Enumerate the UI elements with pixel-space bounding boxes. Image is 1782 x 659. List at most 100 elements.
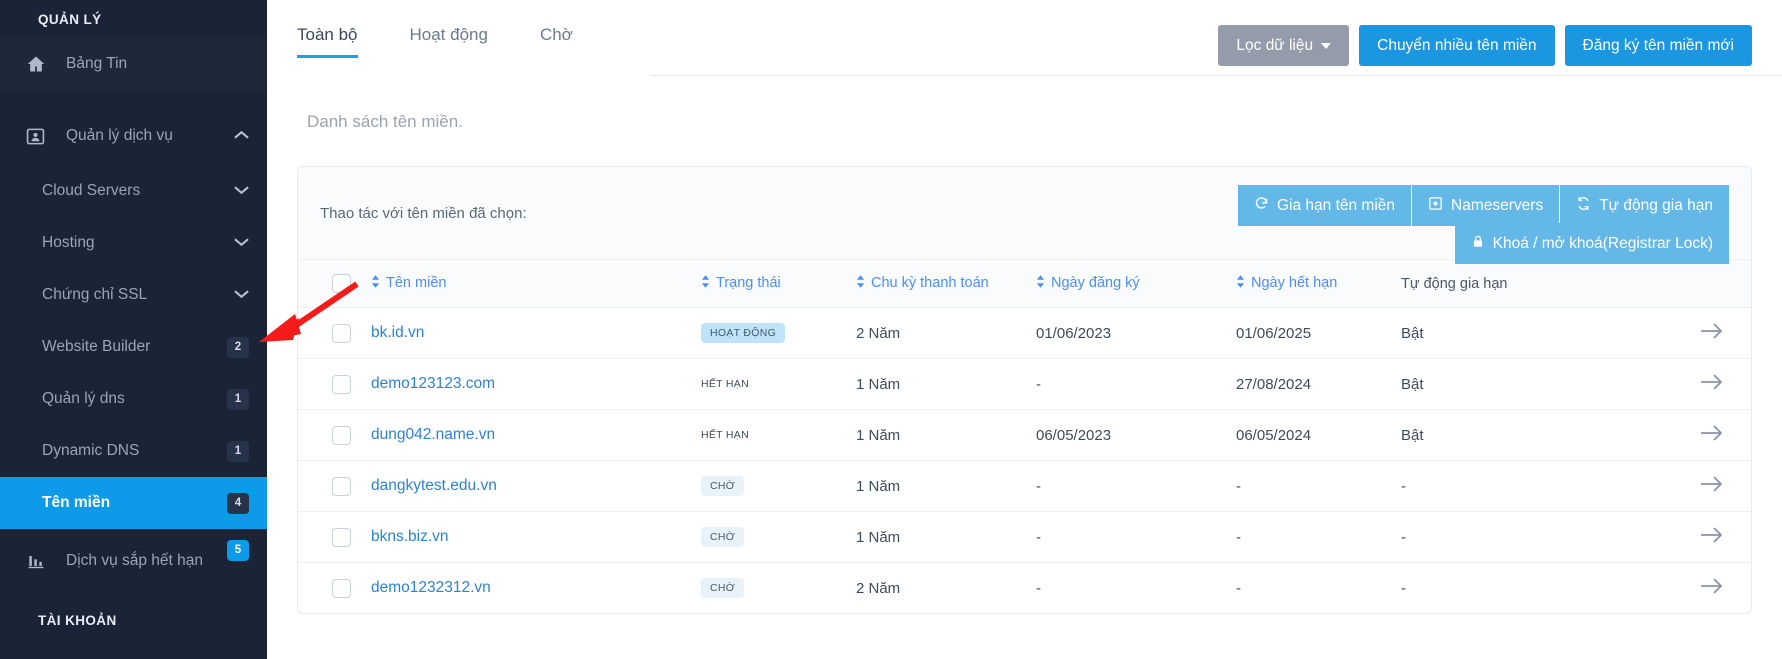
top-bar: Toàn bộ Hoạt động Chờ Lọc dữ liệu Chuyển… (267, 0, 1782, 82)
sidebar-item-ssl[interactable]: Chứng chỉ SSL (0, 269, 267, 321)
renew-domain-label: Gia hạn tên miền (1276, 197, 1396, 214)
row-cycle-cell: 2 Năm (856, 579, 901, 597)
sort-icon[interactable] (1036, 275, 1045, 292)
sort-icon[interactable] (701, 275, 710, 292)
row-select-cell[interactable] (298, 563, 361, 614)
sidebar-item-invoices[interactable]: $ Hóa đơn (0, 638, 267, 659)
row-select-cell[interactable] (298, 460, 361, 512)
sidebar-item-dns[interactable]: Quản lý dns 1 (0, 373, 267, 425)
tab-cho[interactable]: Chờ (540, 25, 573, 57)
row-status-cell: CHỜ (691, 460, 846, 512)
chevron-down-icon[interactable] (234, 289, 249, 301)
table-row[interactable]: demo1232312.vn CHỜ 2 Năm - - - (298, 563, 1751, 614)
column-auto-renew: Tự động gia hạn (1391, 259, 1571, 308)
column-select-all[interactable] (298, 259, 361, 308)
sidebar-item-dashboard[interactable]: Bảng Tin (0, 37, 267, 91)
row-detail-arrow[interactable] (1571, 563, 1751, 614)
status-badge: HOẠT ĐỘNG (701, 323, 786, 343)
column-status[interactable]: Trạng thái (691, 259, 846, 308)
sidebar-item-website-builder-label: Website Builder (42, 338, 151, 355)
row-detail-arrow[interactable] (1571, 409, 1751, 461)
chevron-up-icon[interactable] (234, 130, 249, 142)
domain-link[interactable]: bk.id.vn (371, 324, 424, 341)
domain-link[interactable]: demo1232312.vn (371, 579, 491, 596)
column-domain[interactable]: Tên miền (361, 259, 691, 308)
row-autorenew-cell: - (1401, 579, 1406, 597)
column-domain-label: Tên miền (386, 275, 447, 291)
tab-toan-bo[interactable]: Toàn bộ (297, 25, 358, 58)
refresh-icon (1254, 196, 1269, 215)
row-registered-cell: 01/06/2023 (1026, 307, 1226, 359)
column-registration-date[interactable]: Ngày đăng ký (1026, 259, 1226, 308)
row-registered-cell: - (1026, 358, 1226, 410)
tab-hoat-dong[interactable]: Hoạt động (410, 25, 488, 57)
row-domain-cell: bk.id.vn (361, 307, 691, 359)
sidebar-item-services[interactable]: Quản lý dịch vụ (0, 107, 267, 165)
transfer-domains-button[interactable]: Chuyển nhiều tên miền (1359, 25, 1555, 67)
auto-renew-button[interactable]: Tự động gia hạn (1559, 185, 1729, 227)
row-detail-arrow[interactable] (1571, 460, 1751, 512)
row-checkbox[interactable] (332, 425, 351, 445)
nameservers-button[interactable]: Nameservers (1411, 185, 1560, 227)
sidebar-item-dynamic-dns[interactable]: Dynamic DNS 1 (0, 425, 267, 477)
row-registered-cell: - (1026, 511, 1226, 563)
sidebar-item-expiring-services[interactable]: Dịch vụ sắp hết hạn 5 (0, 529, 267, 593)
row-select-cell[interactable] (298, 358, 361, 410)
bulk-actions-bar: Thao tác với tên miền đã chọn: Gia hạn t… (298, 167, 1751, 265)
sort-icon[interactable] (856, 275, 865, 292)
column-expiry-date[interactable]: Ngày hết hạn (1226, 259, 1391, 308)
row-detail-arrow[interactable] (1571, 511, 1751, 563)
row-select-cell[interactable] (298, 307, 361, 359)
column-expiry-date-label: Ngày hết hạn (1251, 275, 1338, 291)
column-billing-cycle[interactable]: Chu kỳ thanh toán (846, 259, 1026, 308)
register-domain-button[interactable]: Đăng ký tên miền mới (1564, 25, 1752, 67)
row-detail-arrow[interactable] (1571, 358, 1751, 410)
row-checkbox[interactable] (332, 527, 351, 547)
row-select-cell[interactable] (298, 409, 361, 461)
row-checkbox[interactable] (332, 578, 351, 598)
domain-link[interactable]: dung042.name.vn (371, 426, 495, 443)
renew-domain-button[interactable]: Gia hạn tên miền (1237, 185, 1412, 227)
domain-link[interactable]: demo123123.com (371, 375, 495, 392)
row-checkbox[interactable] (332, 476, 351, 496)
bulk-actions-label: Thao tác với tên miền đã chọn: (320, 204, 527, 222)
filter-button[interactable]: Lọc dữ liệu (1218, 25, 1350, 67)
sidebar-item-ten-mien[interactable]: Tên miền 4 (0, 477, 267, 529)
row-checkbox[interactable] (332, 323, 351, 343)
sidebar-badge-ten-mien: 4 (227, 492, 249, 514)
sort-icon[interactable] (1236, 275, 1245, 292)
sidebar-item-cloud-servers[interactable]: Cloud Servers (0, 165, 267, 217)
row-status-cell: HẾT HẠN (691, 409, 846, 461)
domain-link[interactable]: bkns.biz.vn (371, 528, 449, 545)
select-all-checkbox[interactable] (332, 274, 351, 293)
tab-list: Toàn bộ Hoạt động Chờ (297, 25, 625, 58)
sort-icon[interactable] (371, 275, 380, 292)
sidebar-item-website-builder[interactable]: Website Builder 2 (0, 321, 267, 373)
row-detail-arrow[interactable] (1571, 307, 1751, 359)
tabs-divider (650, 75, 1782, 76)
sidebar-item-hosting-label: Hosting (42, 234, 95, 251)
row-domain-cell: demo1232312.vn (361, 563, 691, 614)
chevron-down-icon[interactable] (234, 185, 249, 197)
registrar-lock-button[interactable]: Khoá / mở khoá(Registrar Lock) (1454, 223, 1729, 265)
column-registration-date-label: Ngày đăng ký (1051, 275, 1140, 291)
row-expires-cell: 01/06/2025 (1226, 307, 1391, 359)
row-select-cell[interactable] (298, 511, 361, 563)
sidebar-item-hosting[interactable]: Hosting (0, 217, 267, 269)
table-row[interactable]: demo123123.com HẾT HẠN 1 Năm - 27/08/202… (298, 358, 1751, 410)
chevron-down-icon[interactable] (234, 237, 249, 249)
status-badge: CHỜ (701, 527, 745, 547)
row-checkbox[interactable] (332, 374, 351, 394)
table-row[interactable]: bkns.biz.vn CHỜ 1 Năm - - - (298, 511, 1751, 563)
bulk-actions-buttons: Gia hạn tên miền Nameservers Tự động gia… (1237, 185, 1729, 265)
domain-link[interactable]: dangkytest.edu.vn (371, 477, 497, 494)
table-row[interactable]: dung042.name.vn HẾT HẠN 1 Năm 06/05/2023… (298, 409, 1751, 461)
server-icon (1428, 196, 1443, 215)
row-cycle-cell: 1 Năm (846, 358, 1026, 410)
table-row[interactable]: bk.id.vn HOẠT ĐỘNG 2 Năm 01/06/2023 01/0… (298, 307, 1751, 359)
column-auto-renew-label: Tự động gia hạn (1401, 275, 1508, 292)
status-badge: HẾT HẠN (701, 429, 749, 441)
app-root: QUẢN LÝ Bảng Tin Quản lý dịch vụ Cloud S… (0, 0, 1782, 659)
row-domain-cell: dangkytest.edu.vn (361, 460, 691, 512)
table-row[interactable]: dangkytest.edu.vn CHỜ 1 Năm - - - (298, 460, 1751, 512)
